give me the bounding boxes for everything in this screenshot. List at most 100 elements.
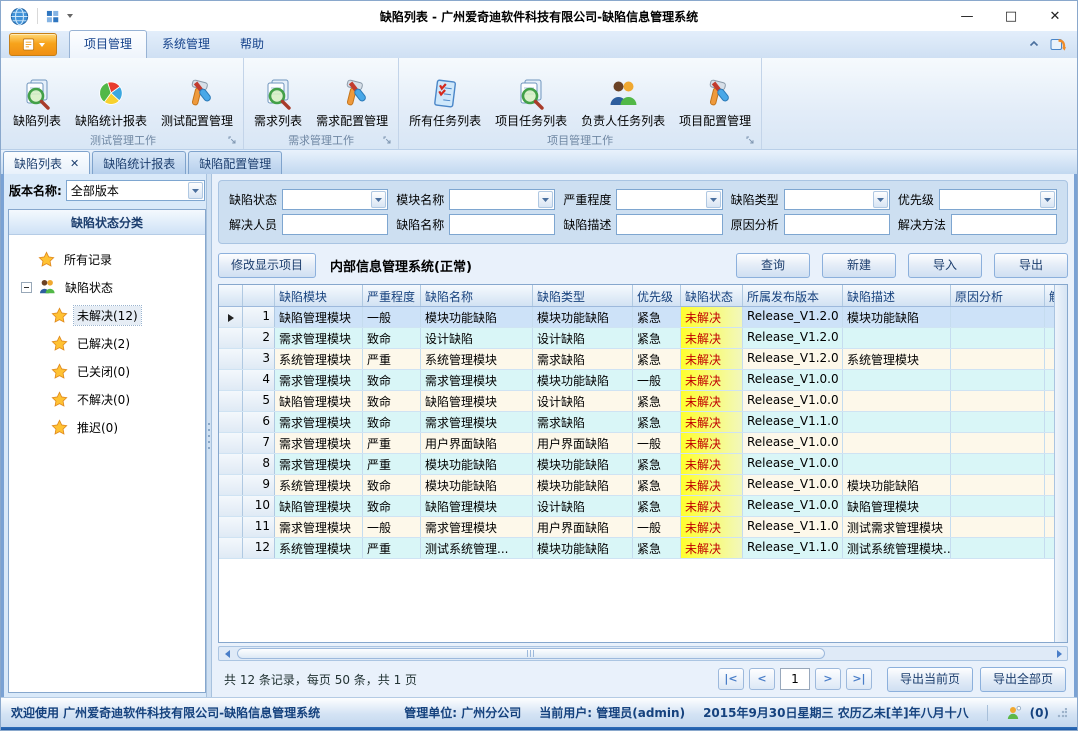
- filter-combo-defect-type[interactable]: [784, 189, 890, 210]
- doc-tab-defect-config[interactable]: 缺陷配置管理: [188, 151, 282, 174]
- combo-dropdown-icon[interactable]: [1040, 191, 1055, 208]
- query-button[interactable]: 查询: [736, 253, 810, 278]
- column-header[interactable]: 缺陷类型: [533, 285, 633, 306]
- column-header[interactable]: 所属发布版本: [743, 285, 843, 306]
- modify-display-columns-button[interactable]: 修改显示项目: [218, 253, 316, 278]
- data-cell: 缺陷管理模块: [275, 496, 363, 516]
- table-row[interactable]: 12系统管理模块严重测试系统管理...模块功能缺陷紧急未解决Release_V1…: [219, 538, 1054, 559]
- ribbon-button-all-tasks[interactable]: 所有任务列表: [402, 60, 488, 131]
- ribbon-button-requirement-list[interactable]: 需求列表: [247, 60, 309, 131]
- table-row[interactable]: 11需求管理模块一般需求管理模块用户界面缺陷一般未解决Release_V1.1.…: [219, 517, 1054, 538]
- collapse-expander-icon[interactable]: [21, 282, 32, 293]
- tree-item-resolved[interactable]: 已解决(2): [21, 329, 203, 357]
- date-text: 2015年9月30日星期三 农历乙未[羊]年八月十八: [703, 704, 969, 721]
- row-selector-cell: [219, 517, 243, 537]
- page-number-input[interactable]: [780, 668, 810, 690]
- export-current-page-button[interactable]: 导出当前页: [887, 667, 973, 692]
- table-row[interactable]: 4需求管理模块致命需求管理模块模块功能缺陷一般未解决Release_V1.0.0: [219, 370, 1054, 391]
- status-cell: 未解决: [681, 517, 743, 537]
- status-cell: 未解决: [681, 454, 743, 474]
- table-row[interactable]: 7需求管理模块严重用户界面缺陷用户界面缺陷一般未解决Release_V1.0.0: [219, 433, 1054, 454]
- column-header[interactable]: 解决方法: [1045, 285, 1054, 306]
- ribbon-tab-help[interactable]: 帮助: [225, 30, 279, 58]
- horizontal-scrollbar[interactable]: [218, 646, 1068, 661]
- combo-dropdown-icon[interactable]: [873, 191, 888, 208]
- ribbon-button-project-config[interactable]: 项目配置管理: [672, 60, 758, 131]
- maximize-button[interactable]: □: [989, 1, 1033, 31]
- page-prev-button[interactable]: <: [749, 668, 775, 690]
- doc-tab-defect-report[interactable]: 缺陷统计报表: [92, 151, 186, 174]
- minimize-button[interactable]: —: [945, 1, 989, 31]
- column-header[interactable]: 缺陷状态: [681, 285, 743, 306]
- table-row[interactable]: 3系统管理模块严重系统管理模块需求缺陷紧急未解决Release_V1.2.0系统…: [219, 349, 1054, 370]
- quick-access-grid-icon[interactable]: [46, 10, 59, 23]
- close-button[interactable]: ✕: [1033, 1, 1077, 31]
- table-row[interactable]: 9系统管理模块致命模块功能缺陷模块功能缺陷紧急未解决Release_V1.0.0…: [219, 475, 1054, 496]
- application-menu-button[interactable]: [9, 33, 57, 56]
- version-combobox[interactable]: 全部版本: [66, 180, 205, 201]
- tree-item-defect-status[interactable]: 缺陷状态: [21, 273, 203, 301]
- tree-item-wont-fix[interactable]: 不解决(0): [21, 385, 203, 413]
- combo-dropdown-icon[interactable]: [371, 191, 386, 208]
- scroll-left-icon[interactable]: [219, 647, 235, 660]
- filter-input-resolver[interactable]: [282, 214, 388, 235]
- ribbon-button-test-config[interactable]: 测试配置管理: [154, 60, 240, 131]
- ribbon-tab-project-management[interactable]: 项目管理: [69, 30, 147, 58]
- tree-item-postponed[interactable]: 推迟(0): [21, 413, 203, 441]
- ribbon-button-requirement-config[interactable]: 需求配置管理: [309, 60, 395, 131]
- column-header[interactable]: 缺陷名称: [421, 285, 533, 306]
- export-all-pages-button[interactable]: 导出全部页: [980, 667, 1066, 692]
- export-button[interactable]: 导出: [994, 253, 1068, 278]
- ribbon-button-owner-tasks[interactable]: 负责人任务列表: [574, 60, 672, 131]
- table-row[interactable]: 5缺陷管理模块致命缺陷管理模块设计缺陷紧急未解决Release_V1.0.0: [219, 391, 1054, 412]
- table-row[interactable]: 1缺陷管理模块一般模块功能缺陷模块功能缺陷紧急未解决Release_V1.2.0…: [219, 307, 1054, 328]
- doc-tab-defect-list[interactable]: 缺陷列表✕: [3, 151, 90, 174]
- quick-access-dropdown-icon[interactable]: [67, 14, 73, 18]
- tree-item-closed[interactable]: 已关闭(0): [21, 357, 203, 385]
- combo-dropdown-icon[interactable]: [706, 191, 721, 208]
- vertical-scrollbar[interactable]: [1054, 285, 1067, 642]
- filter-input-defect-name[interactable]: [449, 214, 555, 235]
- table-row[interactable]: 2需求管理模块致命设计缺陷设计缺陷紧急未解决Release_V1.2.0: [219, 328, 1054, 349]
- filter-combo-severity[interactable]: [616, 189, 722, 210]
- collapse-ribbon-icon[interactable]: [1028, 38, 1040, 50]
- ribbon-help-icon[interactable]: [1050, 36, 1067, 52]
- filter-combo-priority[interactable]: [939, 189, 1057, 210]
- row-number-cell: 12: [243, 538, 275, 558]
- filter-combo-defect-status[interactable]: [282, 189, 388, 210]
- filter-input-defect-desc[interactable]: [616, 214, 722, 235]
- column-header[interactable]: 原因分析: [951, 285, 1045, 306]
- column-header[interactable]: 优先级: [633, 285, 681, 306]
- filter-input-cause-analysis[interactable]: [784, 214, 890, 235]
- ribbon-button-project-tasks[interactable]: 项目任务列表: [488, 60, 574, 131]
- scroll-right-icon[interactable]: [1051, 647, 1067, 660]
- ribbon-button-defect-report[interactable]: 缺陷统计报表: [68, 60, 154, 131]
- tree-item-label: 不解决(0): [74, 390, 133, 409]
- dialog-launcher-icon[interactable]: [383, 136, 392, 145]
- data-cell: [951, 496, 1045, 516]
- table-row[interactable]: 10缺陷管理模块致命缺陷管理模块设计缺陷紧急未解决Release_V1.0.0缺…: [219, 496, 1054, 517]
- page-first-button[interactable]: |<: [718, 668, 744, 690]
- scrollbar-thumb[interactable]: [237, 648, 825, 659]
- new-button[interactable]: 新建: [822, 253, 896, 278]
- filter-input-solution[interactable]: [951, 214, 1057, 235]
- dialog-launcher-icon[interactable]: [746, 136, 755, 145]
- table-row[interactable]: 6需求管理模块致命需求管理模块需求缺陷紧急未解决Release_V1.1.0: [219, 412, 1054, 433]
- filter-combo-module-name[interactable]: [449, 189, 555, 210]
- column-header[interactable]: 缺陷模块: [275, 285, 363, 306]
- page-next-button[interactable]: >: [815, 668, 841, 690]
- page-last-button[interactable]: >|: [846, 668, 872, 690]
- tree-item-unresolved[interactable]: 未解决(12): [21, 301, 203, 329]
- resize-grip-icon[interactable]: [1057, 708, 1067, 718]
- close-tab-icon[interactable]: ✕: [70, 157, 79, 170]
- table-row[interactable]: 8需求管理模块严重模块功能缺陷模块功能缺陷紧急未解决Release_V1.0.0: [219, 454, 1054, 475]
- combo-dropdown-icon[interactable]: [188, 182, 203, 199]
- ribbon-button-defect-list[interactable]: 缺陷列表: [6, 60, 68, 131]
- tree-item-all-records[interactable]: 所有记录: [21, 245, 203, 273]
- ribbon-tab-system-management[interactable]: 系统管理: [147, 30, 225, 58]
- combo-dropdown-icon[interactable]: [538, 191, 553, 208]
- import-button[interactable]: 导入: [908, 253, 982, 278]
- column-header[interactable]: 严重程度: [363, 285, 421, 306]
- dialog-launcher-icon[interactable]: [228, 136, 237, 145]
- column-header[interactable]: 缺陷描述: [843, 285, 951, 306]
